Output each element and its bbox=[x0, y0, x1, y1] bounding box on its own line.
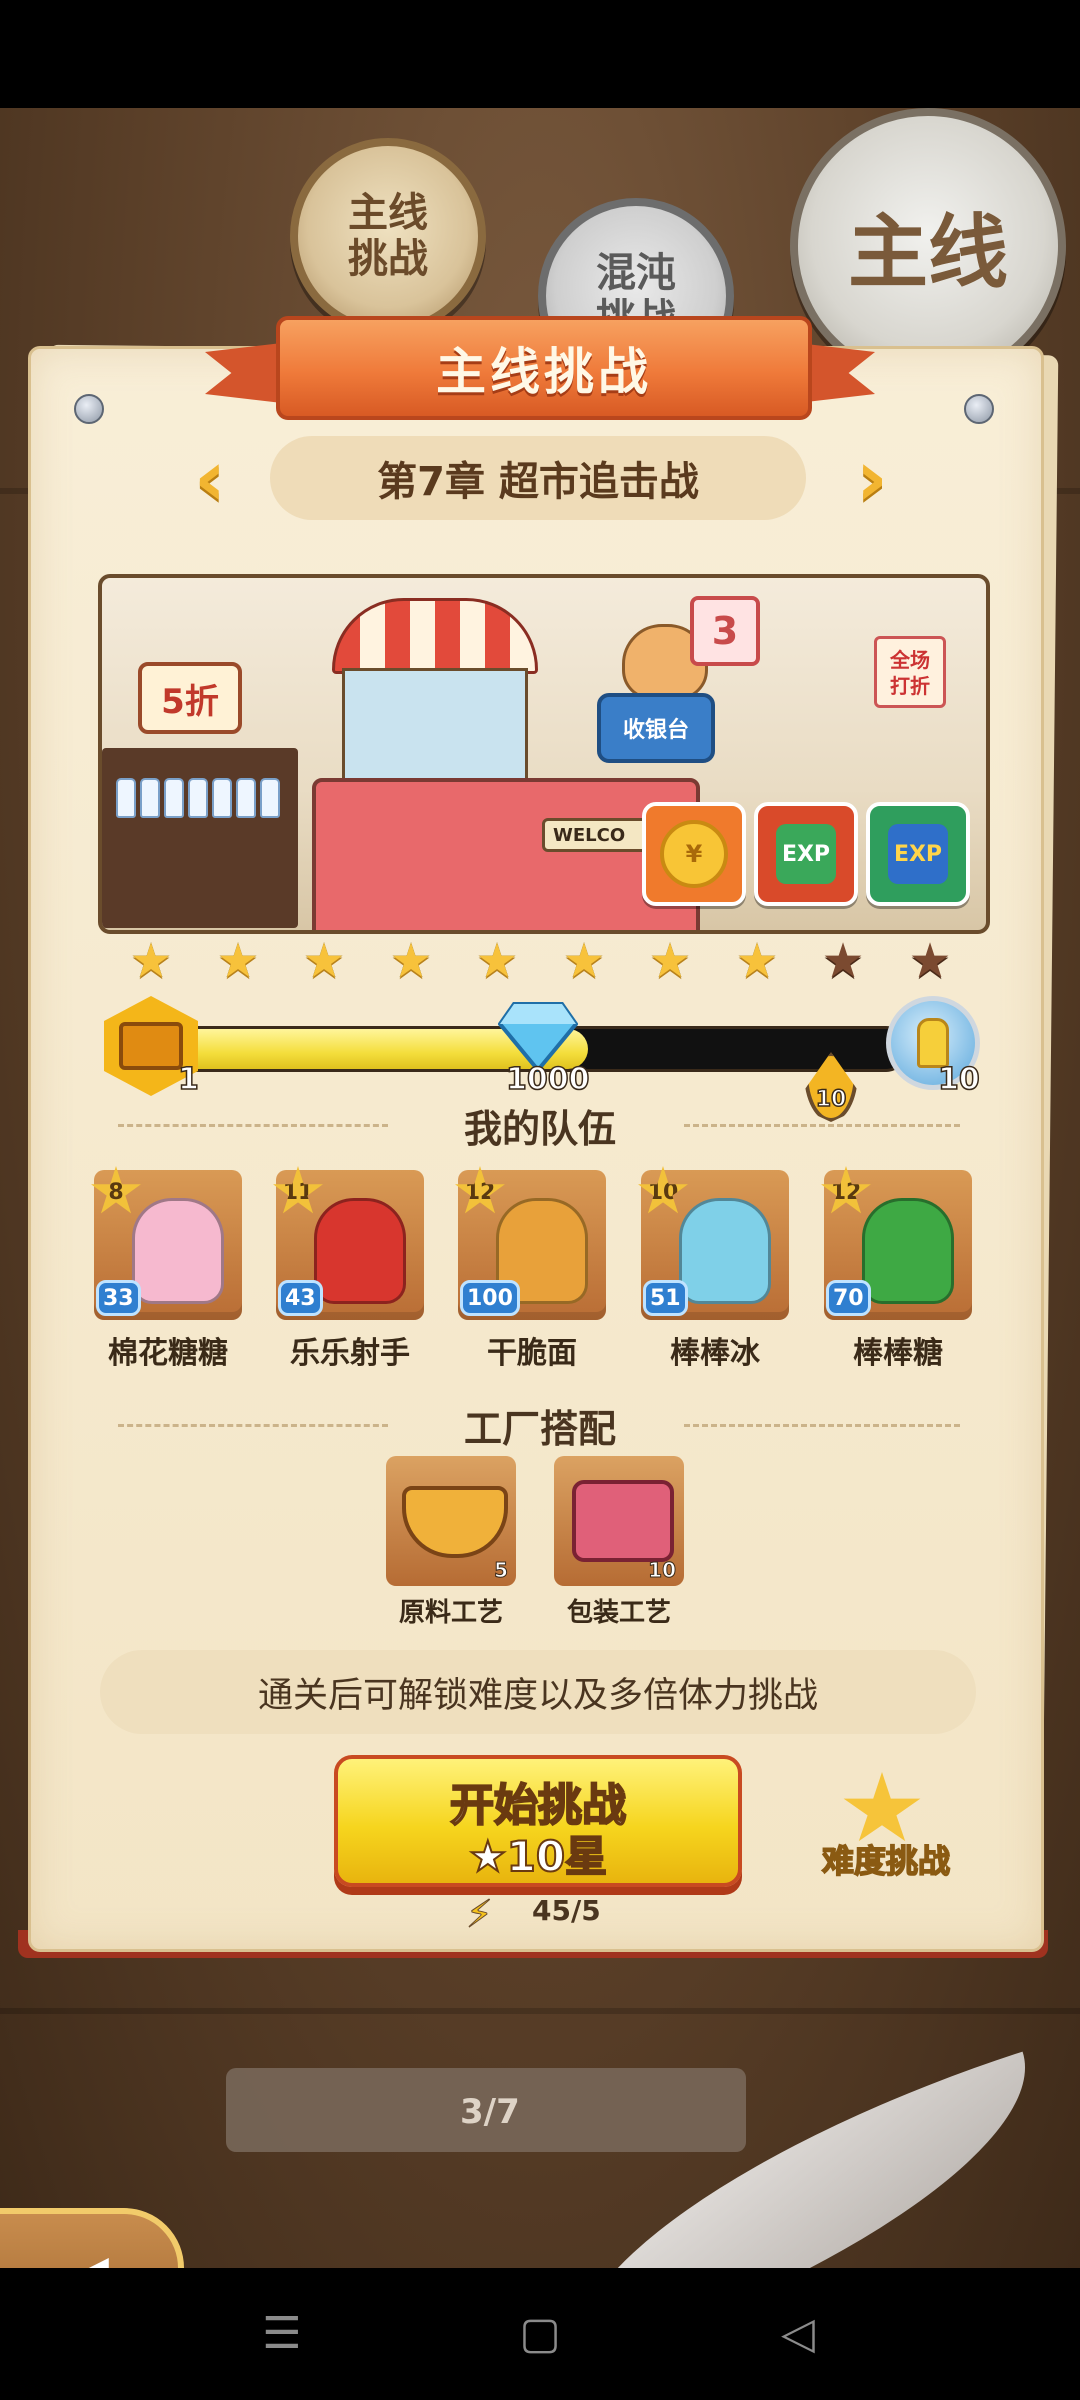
page-indicator: 3/7 bbox=[460, 2092, 520, 2132]
exp-reward-green[interactable]: EXP bbox=[866, 802, 970, 906]
star-level-badge: 12 bbox=[821, 1166, 871, 1214]
page-title: 主线挑战 bbox=[276, 316, 812, 420]
start-challenge-button[interactable]: 开始挑战 ★10星 bbox=[334, 1755, 742, 1887]
coin-reward[interactable]: ¥ bbox=[642, 802, 746, 906]
chevron-left-icon[interactable]: ‹ bbox=[180, 440, 240, 518]
character-portrait bbox=[132, 1198, 224, 1304]
current-mode-badge: 主线 bbox=[790, 108, 1066, 384]
team-member-name: 乐乐射手 bbox=[290, 1336, 410, 1371]
sale-sign: 5折 bbox=[138, 662, 242, 734]
progress-star: ★ bbox=[735, 933, 779, 989]
team-member-name: 棒棒糖 bbox=[853, 1336, 943, 1371]
progress-star: ★ bbox=[302, 933, 346, 989]
character-portrait bbox=[862, 1198, 954, 1304]
system-nav-bar: ☰ ▢ ◁ bbox=[0, 2268, 1080, 2400]
factory-count: 5 bbox=[494, 1558, 509, 1583]
team-member-card[interactable]: 12 100 bbox=[455, 1166, 606, 1320]
coin-icon: ¥ bbox=[660, 820, 728, 888]
exp-icon: EXP bbox=[776, 824, 836, 884]
factory-title: 工厂搭配 bbox=[463, 1407, 616, 1451]
milestone-label: 10 bbox=[815, 1086, 847, 1113]
back-button[interactable]: ◀ bbox=[0, 2208, 184, 2268]
home-icon[interactable]: ▢ bbox=[514, 2308, 566, 2360]
divider bbox=[118, 1124, 388, 1127]
current-mode-label: 主线 bbox=[848, 206, 1008, 299]
progress-mid-label: 1000 bbox=[505, 1061, 590, 1098]
team-title: 我的队伍 bbox=[463, 1107, 616, 1151]
team-member-card[interactable]: 10 51 bbox=[638, 1166, 789, 1320]
chapter-title: 第7章 超市追击战 bbox=[270, 436, 806, 520]
character-portrait bbox=[314, 1198, 406, 1304]
level-badge: 100 bbox=[460, 1280, 520, 1316]
star-level-badge: 8 bbox=[91, 1166, 141, 1214]
pin-left bbox=[74, 394, 104, 424]
progress-star: ★ bbox=[389, 933, 433, 989]
level-badge: 33 bbox=[96, 1280, 141, 1316]
exp-icon: EXP bbox=[888, 824, 948, 884]
pin-right bbox=[964, 394, 994, 424]
divider bbox=[118, 1424, 388, 1427]
team-member-name: 棉花糖糖 bbox=[108, 1336, 228, 1371]
progress-star: ★ bbox=[648, 933, 692, 989]
team-member-name: 棒棒冰 bbox=[670, 1336, 760, 1371]
progress-star: ★ bbox=[562, 933, 606, 989]
progress-star: ★ bbox=[908, 933, 952, 989]
factory-item-packaging[interactable]: 10 bbox=[554, 1456, 684, 1586]
star-level-badge: 12 bbox=[455, 1166, 505, 1214]
start-cost: ★10星 bbox=[468, 1831, 608, 1882]
exp-reward-red[interactable]: EXP bbox=[754, 802, 858, 906]
back-arrow-icon: ◀ bbox=[55, 2238, 109, 2268]
back-icon[interactable]: ◁ bbox=[772, 2308, 824, 2360]
progress-end-label: 10 bbox=[937, 1061, 980, 1098]
star-level-badge: 11 bbox=[273, 1166, 323, 1214]
factory-name: 包装工艺 bbox=[566, 1598, 671, 1628]
progress-start-label: 1 bbox=[177, 1061, 199, 1098]
character-portrait bbox=[679, 1198, 771, 1304]
progress-star: ★ bbox=[129, 933, 173, 989]
progress-star: ★ bbox=[216, 933, 260, 989]
divider bbox=[684, 1424, 960, 1427]
progress-star: ★ bbox=[475, 933, 519, 989]
factory-count: 10 bbox=[648, 1558, 677, 1583]
mode-main-line-button[interactable]: 主线 挑战 bbox=[290, 138, 486, 334]
level-badge: 43 bbox=[278, 1280, 323, 1316]
chapter-preview-image: 5折 3 收银台 全场 打折 WELCO ¥ EXP EXP bbox=[98, 574, 990, 934]
level-badge: 51 bbox=[643, 1280, 688, 1316]
team-member-card[interactable]: 8 33 bbox=[91, 1166, 242, 1320]
level-badge: 70 bbox=[826, 1280, 871, 1316]
difficulty-challenge-button[interactable]: 难度挑战 bbox=[796, 1836, 976, 1882]
mode-main-line-label: 主线 挑战 bbox=[348, 190, 428, 282]
factory-name: 原料工艺 bbox=[398, 1598, 503, 1628]
cashier-sign: 收银台 bbox=[597, 693, 715, 763]
status-bar bbox=[0, 0, 1080, 108]
chevron-right-icon[interactable]: › bbox=[842, 440, 902, 518]
number-sign: 3 bbox=[690, 596, 760, 666]
team-member-card[interactable]: 11 43 bbox=[273, 1166, 424, 1320]
factory-item-raw-material[interactable]: 5 bbox=[386, 1456, 516, 1586]
star-level-badge: 10 bbox=[638, 1166, 688, 1214]
bowl-icon bbox=[402, 1486, 508, 1558]
team-member-name: 干脆面 bbox=[487, 1336, 577, 1371]
discount-sign: 全场 打折 bbox=[874, 636, 946, 708]
menu-icon[interactable]: ☰ bbox=[256, 2308, 308, 2360]
divider bbox=[684, 1124, 960, 1127]
team-member-card[interactable]: 12 70 bbox=[821, 1166, 972, 1320]
lightning-icon: ⚡ bbox=[466, 1892, 494, 1937]
unlock-notice: 通关后可解锁难度以及多倍体力挑战 bbox=[100, 1650, 976, 1734]
progress-star: ★ bbox=[821, 933, 865, 989]
box-icon bbox=[572, 1480, 674, 1562]
energy-cost: 45/5 bbox=[532, 1894, 601, 1927]
